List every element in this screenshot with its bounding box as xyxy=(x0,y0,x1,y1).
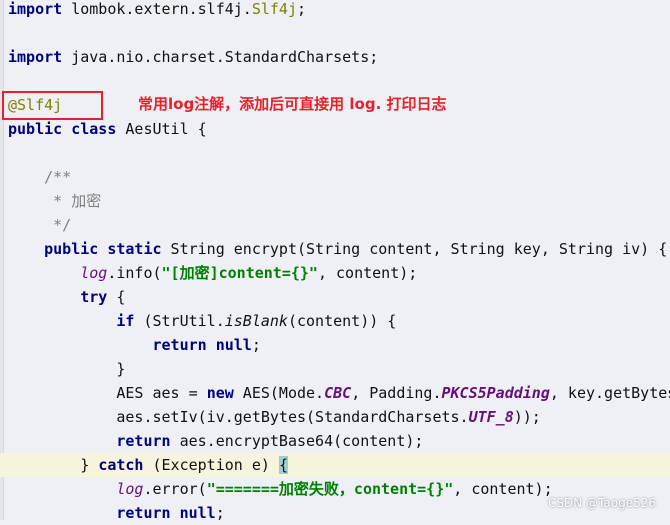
code-line[interactable]: aes.setIv(iv.getBytes(StandardCharsets.U… xyxy=(0,405,670,429)
code-token: )); xyxy=(513,408,541,426)
code-token: .error( xyxy=(143,480,207,498)
code-line[interactable]: public class AesUtil { xyxy=(0,117,670,141)
code-line[interactable] xyxy=(0,69,670,93)
code-token: "=======加密失败，content={}" xyxy=(206,480,454,498)
code-token: .info( xyxy=(107,264,162,282)
code-token: if xyxy=(116,312,135,330)
code-line[interactable]: return null; xyxy=(0,333,670,357)
code-token: { xyxy=(107,288,126,306)
code-token: java.nio.charset.StandardCharsets; xyxy=(62,48,379,66)
code-token: Slf4j xyxy=(251,0,297,18)
annotation-highlight-box xyxy=(2,91,103,120)
code-token: return xyxy=(116,432,171,450)
code-token: } xyxy=(8,360,126,378)
code-line[interactable]: AES aes = new AES(Mode.CBC, Padding.PKCS… xyxy=(0,381,670,405)
code-line[interactable]: } catch (Exception e) { xyxy=(0,453,670,477)
code-line[interactable]: log.info("[加密]content={}", content); xyxy=(0,261,670,285)
code-line[interactable] xyxy=(0,21,670,45)
code-token: (Exception e) xyxy=(143,456,279,474)
code-token: , key.getBytes( xyxy=(549,384,670,402)
code-line[interactable]: import lombok.extern.slf4j.Slf4j; xyxy=(0,0,670,21)
code-token: aes.encryptBase64(content); xyxy=(170,432,424,450)
code-line[interactable]: import java.nio.charset.StandardCharsets… xyxy=(0,45,670,69)
annotation-note: 常用log注解，添加后可直接用 log. 打印日志 xyxy=(138,95,447,113)
code-token: ; xyxy=(215,504,225,522)
watermark: CSDN @Taoge526 xyxy=(548,496,656,510)
code-token: catch xyxy=(98,456,144,474)
code-token: (content)) { xyxy=(287,312,397,330)
code-line[interactable]: } xyxy=(0,357,670,381)
code-token: { xyxy=(278,456,288,474)
code-line[interactable]: */ xyxy=(0,213,670,237)
code-token: String encrypt(String content, String ke… xyxy=(161,240,668,258)
code-token: AesUtil { xyxy=(116,120,207,138)
code-token: public static xyxy=(44,240,162,258)
code-token: return null xyxy=(152,336,252,354)
code-token: isBlank xyxy=(224,312,288,330)
code-line[interactable]: * 加密 xyxy=(0,189,670,213)
code-token: ; xyxy=(251,336,261,354)
code-token: AES aes = xyxy=(8,384,207,402)
code-token: CBC xyxy=(324,384,352,402)
code-token: , Padding. xyxy=(351,384,442,402)
code-token: UTF_8 xyxy=(468,408,514,426)
code-token: AES(Mode. xyxy=(233,384,325,402)
code-editor[interactable]: import lombok.extern.slf4j.Slf4j; import … xyxy=(0,0,670,525)
code-token: /** xyxy=(8,168,72,186)
code-token: import xyxy=(8,48,63,66)
code-token: ; xyxy=(297,0,307,18)
code-token: (StrUtil. xyxy=(134,312,225,330)
code-token: PKCS5Padding xyxy=(441,384,550,402)
code-token: "[加密]content={}" xyxy=(161,264,318,282)
code-token: return null xyxy=(116,504,216,522)
code-token: aes.setIv(iv.getBytes(StandardCharsets. xyxy=(8,408,469,426)
code-token: , content); xyxy=(453,480,553,498)
code-line[interactable]: try { xyxy=(0,285,670,309)
code-token: log xyxy=(80,264,108,282)
code-line[interactable]: public static String encrypt(String cont… xyxy=(0,237,670,261)
code-token: */ xyxy=(8,216,72,234)
code-line[interactable]: /** xyxy=(0,165,670,189)
code-token: new xyxy=(206,384,234,402)
code-token: , content); xyxy=(317,264,418,282)
code-token: * 加密 xyxy=(8,192,102,210)
code-token: log xyxy=(116,480,144,498)
code-line[interactable]: if (StrUtil.isBlank(content)) { xyxy=(0,309,670,333)
code-token: lombok.extern.slf4j. xyxy=(62,0,252,18)
code-line[interactable]: return aes.encryptBase64(content); xyxy=(0,429,670,453)
code-line[interactable] xyxy=(0,141,670,165)
code-token: try xyxy=(80,288,108,306)
code-token: public class xyxy=(8,120,117,138)
code-token: } xyxy=(8,456,99,474)
code-token: import xyxy=(8,0,63,18)
